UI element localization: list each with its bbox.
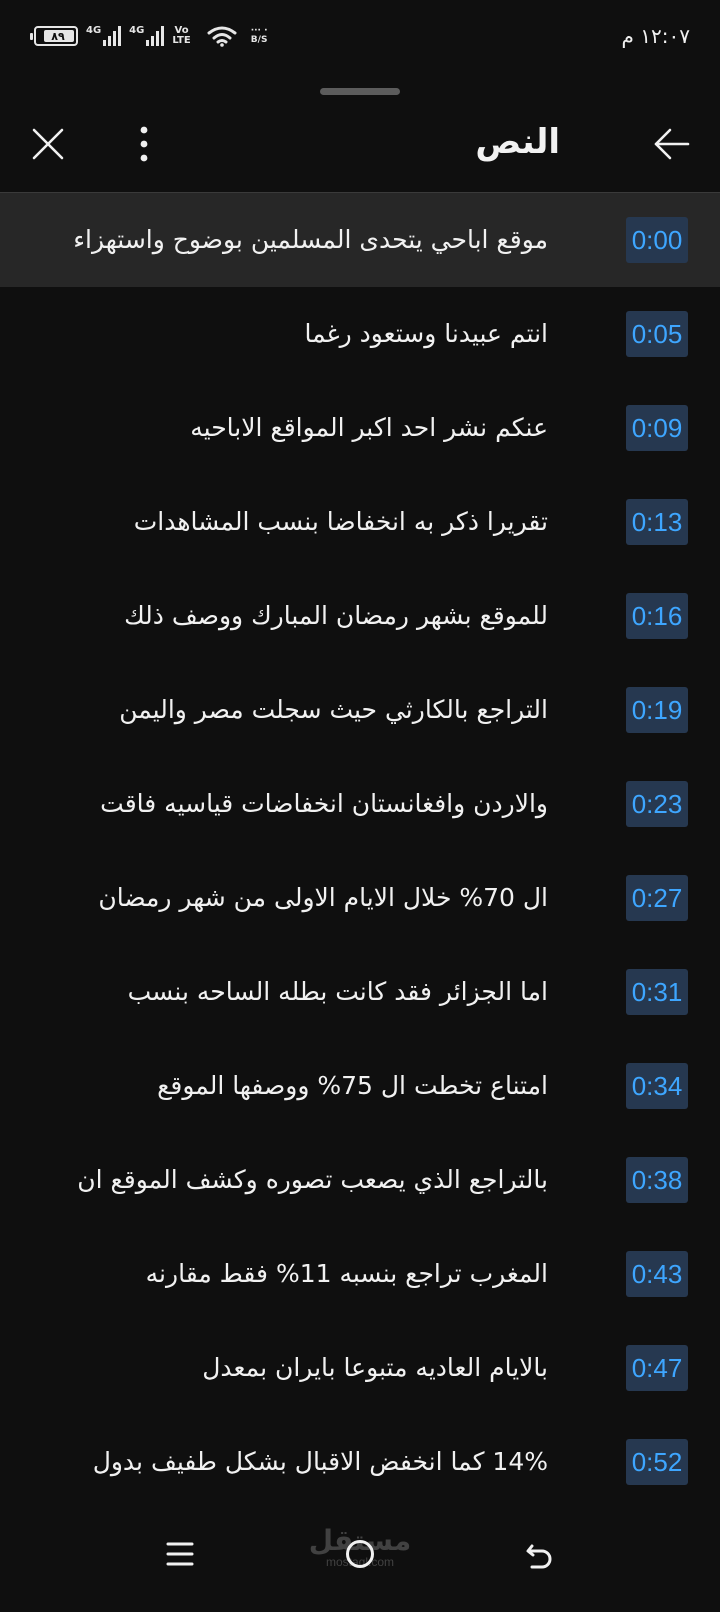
transcript-row[interactable]: 0:13 تقريرا ذكر به انخفاضا بنسب المشاهدا… <box>0 475 720 569</box>
transcript-row[interactable]: 0:31 اما الجزائر فقد كانت بطله الساحه بن… <box>0 945 720 1039</box>
timestamp-chip: 0:00 <box>626 217 688 263</box>
timestamp-chip: 0:13 <box>626 499 688 545</box>
speed-unit: B/S <box>250 35 268 45</box>
network-type-1: 4G <box>86 25 102 36</box>
transcript-row[interactable]: 0:23 والاردن وافغانستان انخفاضات قياسيه … <box>0 757 720 851</box>
transcript-text: بالتراجع الذي يصعب تصوره وكشف الموقع ان <box>77 1165 548 1194</box>
volte-icon: Vo LTE <box>172 26 190 46</box>
battery-level: ٨٩ <box>51 29 65 43</box>
status-icons: ٨٩ 4G 4G Vo LTE ··· · B/S <box>30 22 268 50</box>
transcript-text: امتناع تخطت ال 75% ووصفها الموقع <box>157 1071 548 1100</box>
transcript-text: والاردن وافغانستان انخفاضات قياسيه فاقت <box>100 789 548 818</box>
transcript-row[interactable]: 0:43 المغرب تراجع بنسبه 11% فقط مقارنه <box>0 1227 720 1321</box>
transcript-text: التراجع بالكارثي حيث سجلت مصر واليمن <box>119 695 548 724</box>
transcript-text: بالايام العاديه متبوعا بايران بمعدل <box>202 1353 548 1382</box>
arrow-back-icon <box>654 128 690 160</box>
transcript-text: ال 70% خلال الايام الاولى من شهر رمضان <box>98 883 548 912</box>
timestamp-chip: 0:09 <box>626 405 688 451</box>
recent-apps-icon <box>166 1542 194 1566</box>
network-type-2: 4G <box>129 25 145 36</box>
data-speed: ··· · B/S <box>251 27 268 45</box>
signal-icon-2: 4G <box>129 25 165 46</box>
status-bar: ٨٩ 4G 4G Vo LTE ··· · B/S ١٢:٠٧ م <box>0 0 720 72</box>
close-icon <box>32 128 64 160</box>
nav-back-button[interactable] <box>510 1524 570 1584</box>
nav-back-icon <box>526 1544 552 1569</box>
timestamp-chip: 0:27 <box>626 875 688 921</box>
timestamp-chip: 0:52 <box>626 1439 688 1485</box>
volte-bottom: LTE <box>172 35 191 46</box>
timestamp-chip: 0:34 <box>626 1063 688 1109</box>
transcript-row[interactable]: 0:34 امتناع تخطت ال 75% ووصفها الموقع <box>0 1039 720 1133</box>
timestamp-chip: 0:05 <box>626 311 688 357</box>
more-vert-icon <box>140 126 148 162</box>
battery-icon: ٨٩ <box>30 26 78 46</box>
timestamp-chip: 0:16 <box>626 593 688 639</box>
back-button[interactable] <box>642 114 702 174</box>
transcript-text: المغرب تراجع بنسبه 11% فقط مقارنه <box>145 1259 548 1288</box>
timestamp-chip: 0:47 <box>626 1345 688 1391</box>
transcript-list: 0:00 موقع اباحي يتحدى المسلمين بوضوح واس… <box>0 193 720 1509</box>
transcript-row[interactable]: 0:27 ال 70% خلال الايام الاولى من شهر رم… <box>0 851 720 945</box>
transcript-row[interactable]: 0:16 للموقع بشهر رمضان المبارك ووصف ذلك <box>0 569 720 663</box>
transcript-row[interactable]: 0:05 انتم عبيدنا وستعود رغما <box>0 287 720 381</box>
transcript-text: تقريرا ذكر به انخفاضا بنسب المشاهدات <box>133 507 548 536</box>
transcript-text: للموقع بشهر رمضان المبارك ووصف ذلك <box>124 601 548 630</box>
drag-handle[interactable] <box>320 88 400 95</box>
transcript-text: انتم عبيدنا وستعود رغما <box>304 319 548 348</box>
transcript-row[interactable]: 0:47 بالايام العاديه متبوعا بايران بمعدل <box>0 1321 720 1415</box>
transcript-text: موقع اباحي يتحدى المسلمين بوضوح واستهزاء <box>73 225 548 254</box>
home-circle-icon <box>346 1540 374 1568</box>
transcript-text: اما الجزائر فقد كانت بطله الساحه بنسب <box>127 977 548 1006</box>
timestamp-chip: 0:38 <box>626 1157 688 1203</box>
transcript-row[interactable]: 0:19 التراجع بالكارثي حيث سجلت مصر واليم… <box>0 663 720 757</box>
signal-icon-1: 4G <box>86 25 122 46</box>
transcript-row[interactable]: 0:00 موقع اباحي يتحدى المسلمين بوضوح واس… <box>0 193 720 287</box>
timestamp-chip: 0:19 <box>626 687 688 733</box>
transcript-text: عنكم نشر احد اكبر المواقع الاباحيه <box>190 413 548 442</box>
transcript-row[interactable]: 0:52 14% كما انخفض الاقبال بشكل طفيف بدو… <box>0 1415 720 1509</box>
timestamp-chip: 0:23 <box>626 781 688 827</box>
status-time: ١٢:٠٧ م <box>621 24 690 48</box>
panel-title: النص <box>475 122 560 162</box>
close-button[interactable] <box>18 114 78 174</box>
timestamp-chip: 0:43 <box>626 1251 688 1297</box>
more-options-button[interactable] <box>114 114 174 174</box>
wifi-icon <box>207 26 237 47</box>
transcript-text: 14% كما انخفض الاقبال بشكل طفيف بدول <box>92 1447 548 1476</box>
timestamp-chip: 0:31 <box>626 969 688 1015</box>
transcript-row[interactable]: 0:09 عنكم نشر احد اكبر المواقع الاباحيه <box>0 381 720 475</box>
panel-header: النص <box>0 100 720 192</box>
transcript-row[interactable]: 0:38 بالتراجع الذي يصعب تصوره وكشف الموق… <box>0 1133 720 1227</box>
system-nav-bar <box>0 1520 720 1612</box>
home-button[interactable] <box>330 1524 390 1584</box>
recent-apps-button[interactable] <box>150 1524 210 1584</box>
